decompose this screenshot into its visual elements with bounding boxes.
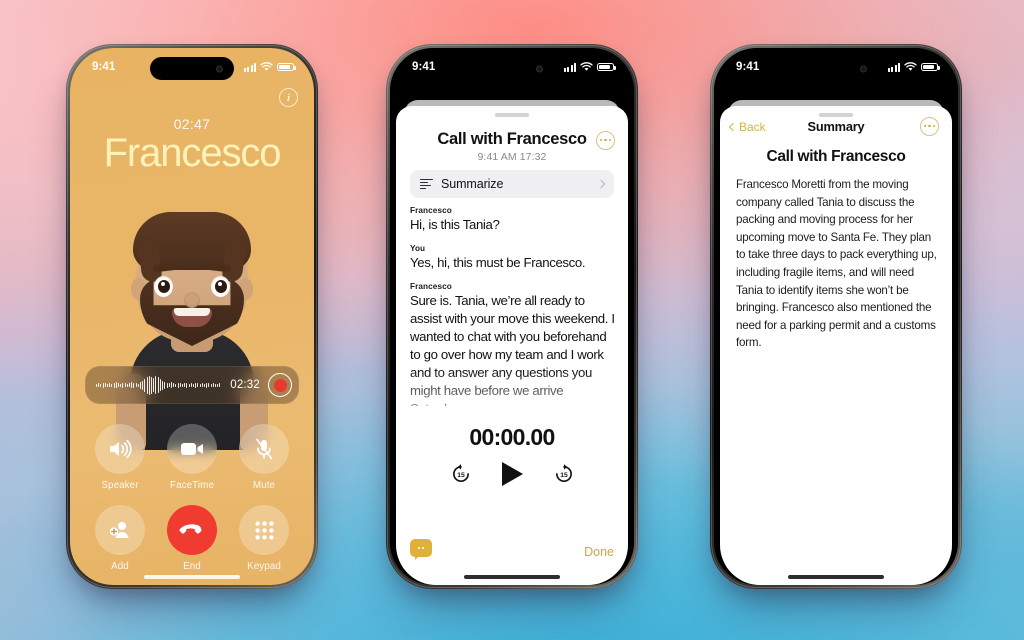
battery-icon — [277, 62, 296, 72]
transcript-speaker: Francesco — [410, 281, 452, 291]
phone-summary-screen: 9:41 Back Summary Call with Francesco Fr… — [710, 44, 962, 589]
summary-body: Francesco Moretti from the moving compan… — [736, 178, 937, 350]
phone2-body: 9:41 Call with Francesco 9:41 AM 17:32 S… — [390, 48, 634, 585]
mute-label: Mute — [252, 480, 276, 491]
front-camera-icon — [860, 65, 867, 72]
status-time: 9:41 — [412, 61, 436, 73]
battery-icon — [921, 62, 940, 72]
sheet-grabber[interactable] — [495, 113, 529, 117]
facetime-button[interactable]: FaceTime — [160, 424, 224, 491]
cellular-signal-icon — [243, 62, 256, 72]
front-camera-icon — [536, 65, 543, 72]
facetime-label: FaceTime — [170, 480, 214, 491]
keypad-icon — [239, 505, 289, 555]
speaker-button[interactable]: Speaker — [88, 424, 152, 491]
more-options-icon[interactable] — [596, 131, 615, 150]
status-icons — [563, 62, 616, 72]
mute-button[interactable]: Mute — [232, 424, 296, 491]
transcript-entry: Francesco Sure is. Tania, we’re all read… — [410, 282, 616, 406]
memoji-avatar — [110, 200, 274, 450]
phone-call-screen: 9:41 i 02:47 Francesco 02:32 Speaker Fac… — [66, 44, 318, 589]
phone3-body: 9:41 Back Summary Call with Francesco Fr… — [714, 48, 958, 585]
call-controls-grid: Speaker FaceTime Mute Add End Keypad — [88, 424, 296, 572]
wifi-icon — [580, 62, 593, 71]
call-sheet: Call with Francesco 9:41 AM 17:32 Summar… — [396, 106, 628, 585]
summarize-button[interactable]: Summarize — [410, 170, 614, 198]
end-call-button[interactable]: End — [160, 505, 224, 572]
transcript-text: Yes, hi, this must be Francesco. — [410, 254, 586, 270]
end-call-icon — [167, 505, 217, 555]
phone-transcript-screen: 9:41 Call with Francesco 9:41 AM 17:32 S… — [386, 44, 638, 589]
message-bubble-icon[interactable] — [410, 539, 432, 557]
phone2-screen: 9:41 Call with Francesco 9:41 AM 17:32 S… — [390, 48, 634, 585]
play-icon[interactable] — [501, 462, 523, 486]
add-label: Add — [111, 561, 129, 572]
record-stop-icon[interactable] — [268, 373, 292, 397]
sheet-subtitle: 9:41 AM 17:32 — [477, 151, 547, 163]
home-indicator — [144, 575, 240, 579]
dynamic-island — [150, 57, 234, 80]
cellular-signal-icon — [887, 62, 900, 72]
speaker-label: Speaker — [101, 480, 139, 491]
transcript-text: Sure is. Tania, we’re all ready to assis… — [410, 292, 616, 406]
cellular-signal-icon — [563, 62, 576, 72]
chevron-right-icon — [596, 179, 606, 189]
transcript-text: Hi, is this Tania? — [410, 217, 500, 232]
navigation-bar: Back Summary — [720, 106, 952, 144]
dynamic-island — [470, 57, 554, 80]
done-button[interactable]: Done — [584, 545, 614, 559]
battery-icon — [597, 62, 616, 72]
video-camera-icon — [167, 424, 217, 474]
wifi-icon — [904, 62, 917, 71]
scene: 9:41 i 02:47 Francesco 02:32 Speaker Fac… — [0, 0, 1024, 640]
summary-heading: Call with Francesco — [766, 148, 906, 165]
phone3-screen: 9:41 Back Summary Call with Francesco Fr… — [714, 48, 958, 585]
call-duration: 02:47 — [173, 116, 211, 132]
player-timecode: 00:00.00 — [469, 424, 555, 450]
player-controls: 15 15 — [396, 462, 628, 486]
caller-name: Francesco — [103, 131, 282, 175]
more-options-icon[interactable] — [920, 117, 939, 136]
transcript-list[interactable]: Francesco Hi, is this Tania? You Yes, hi… — [410, 206, 616, 406]
home-indicator — [464, 575, 560, 579]
status-time: 9:41 — [92, 61, 116, 73]
svg-text:15: 15 — [457, 472, 465, 479]
summary-sheet: Back Summary Call with Francesco Frances… — [720, 106, 952, 585]
add-call-button[interactable]: Add — [88, 505, 152, 572]
status-time: 9:41 — [736, 61, 760, 73]
wifi-icon — [260, 62, 273, 71]
speaker-icon — [95, 424, 145, 474]
microphone-muted-icon — [239, 424, 289, 474]
home-indicator — [788, 575, 884, 579]
keypad-button[interactable]: Keypad — [232, 505, 296, 572]
audio-waveform — [96, 375, 223, 395]
status-icons — [887, 62, 940, 72]
summarize-label: Summarize — [441, 177, 504, 191]
info-icon[interactable]: i — [279, 88, 298, 107]
status-icons — [243, 62, 296, 72]
phone1-screen: 9:41 i 02:47 Francesco 02:32 Speaker Fac… — [70, 48, 314, 585]
front-camera-icon — [216, 65, 223, 72]
add-person-icon — [95, 505, 145, 555]
svg-text:15: 15 — [560, 472, 568, 479]
end-label: End — [183, 561, 201, 572]
skip-back-15-icon[interactable]: 15 — [450, 463, 472, 485]
transcript-entry: Francesco Hi, is this Tania? — [410, 206, 616, 234]
summarize-lines-icon — [420, 178, 433, 190]
phone1-body: 9:41 i 02:47 Francesco 02:32 Speaker Fac… — [70, 48, 314, 585]
call-recording-bar: 02:32 — [85, 366, 299, 404]
keypad-label: Keypad — [247, 561, 281, 572]
dynamic-island — [794, 57, 878, 80]
transcript-entry: You Yes, hi, this must be Francesco. — [410, 244, 616, 272]
nav-title: Summary — [807, 119, 865, 134]
recording-elapsed: 02:32 — [230, 379, 260, 391]
skip-forward-15-icon[interactable]: 15 — [553, 463, 575, 485]
transcript-speaker: You — [410, 243, 426, 253]
sheet-title: Call with Francesco — [437, 130, 587, 148]
transcript-speaker: Francesco — [410, 206, 452, 215]
